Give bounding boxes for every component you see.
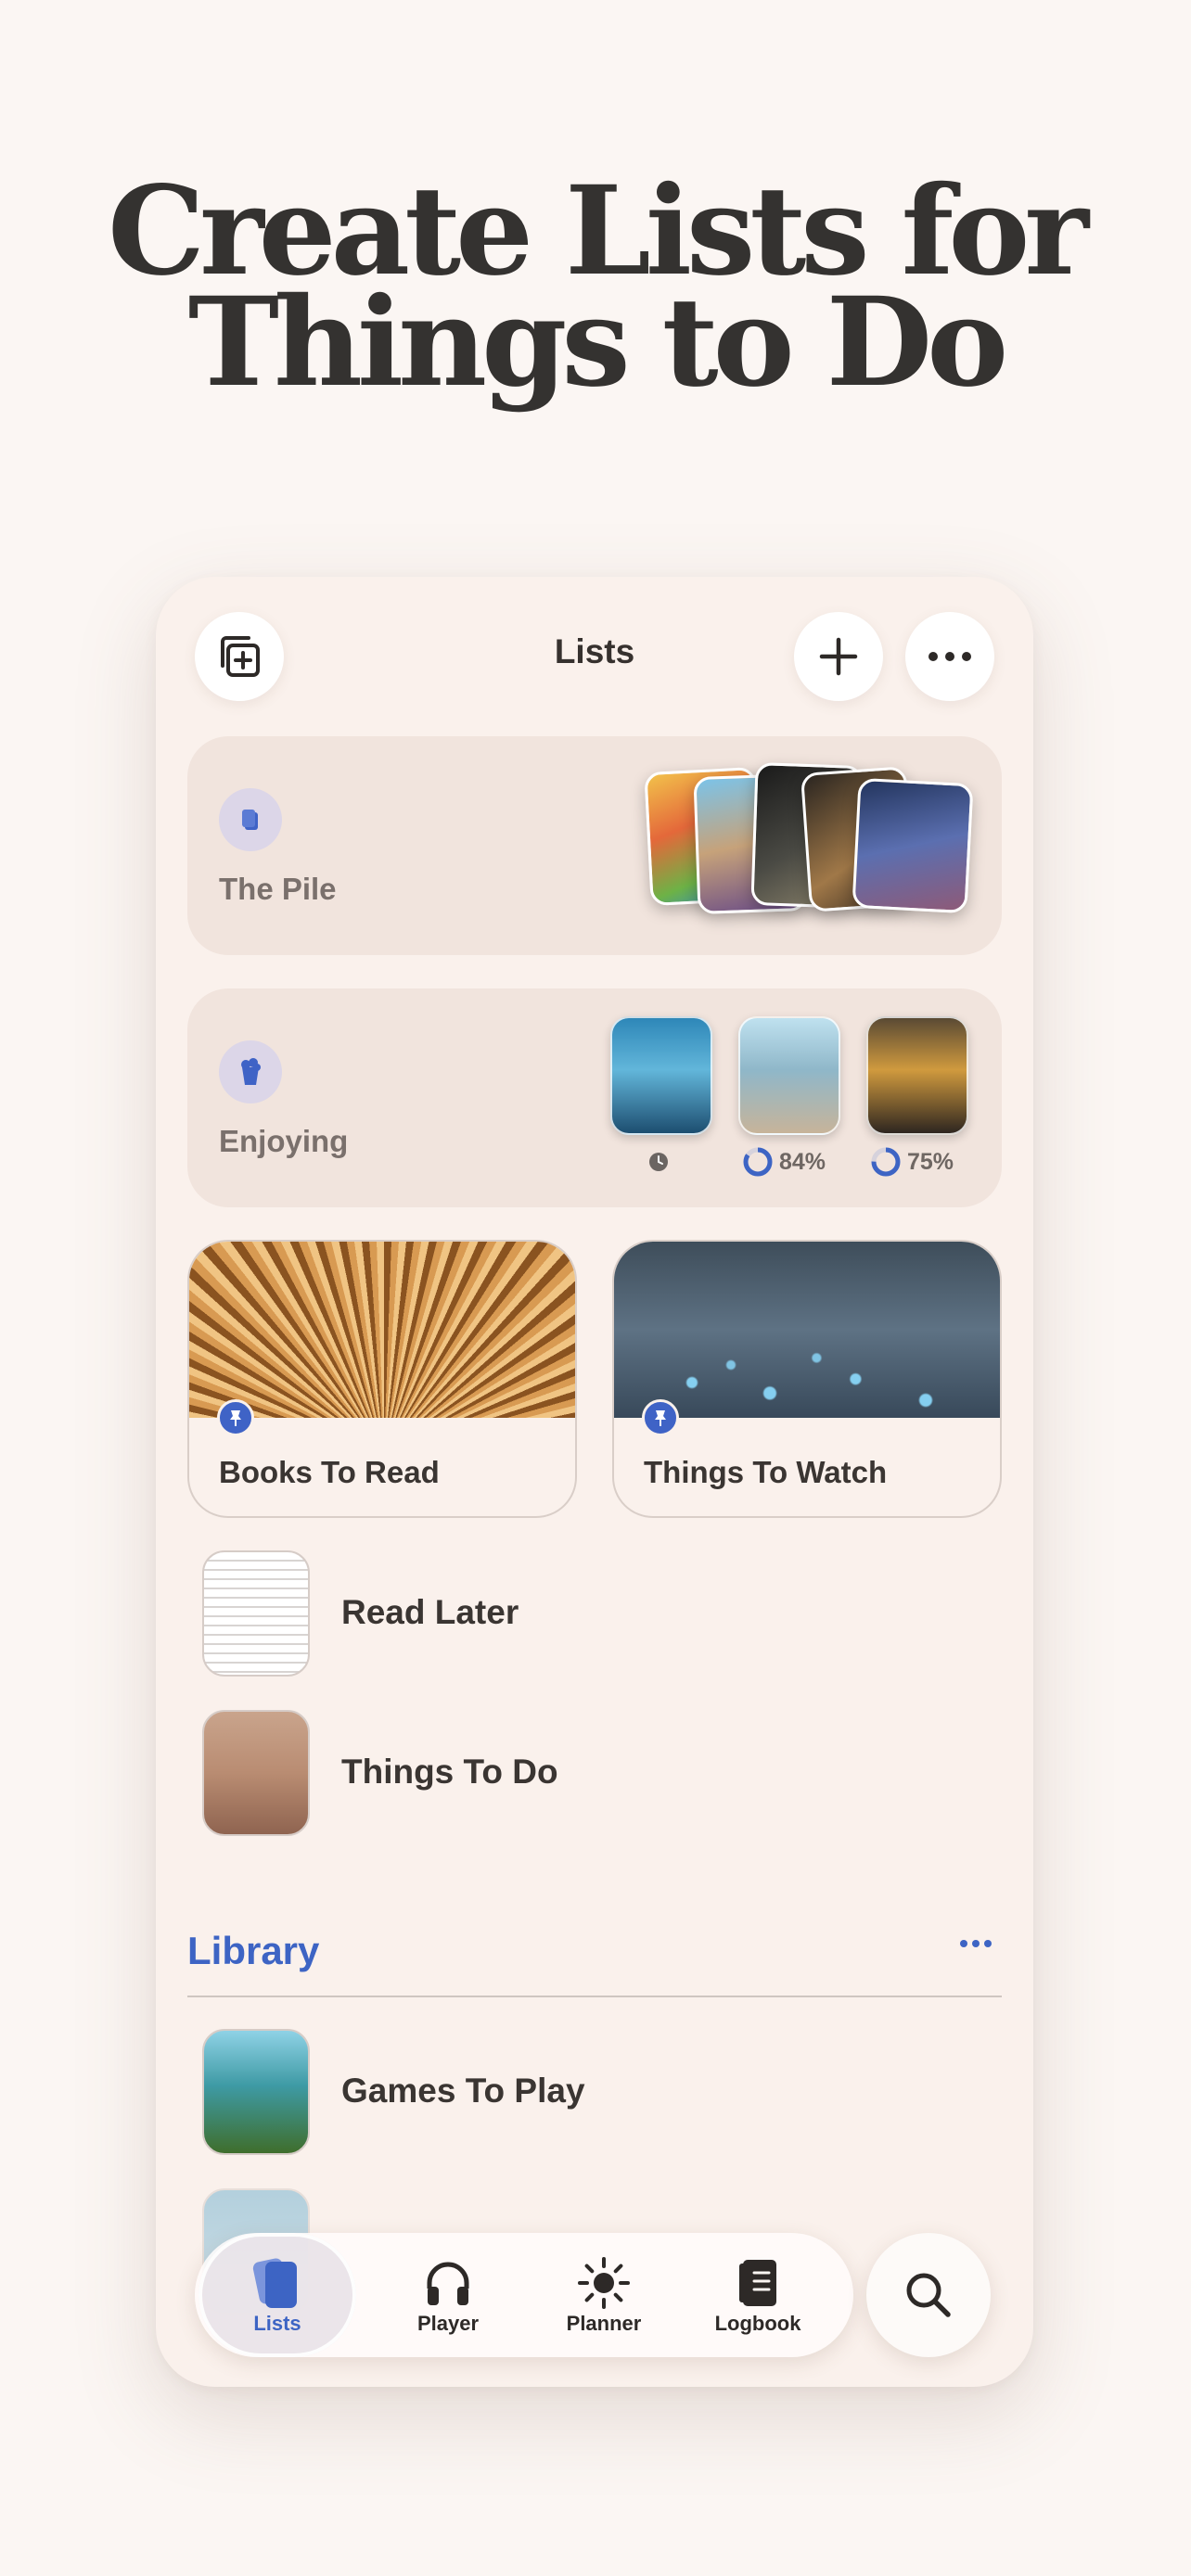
tab-lists[interactable]: Lists — [198, 2233, 356, 2357]
enjoying-item-2[interactable] — [738, 1016, 840, 1135]
list-thumb-article — [202, 1550, 310, 1677]
headline-line-2: Things to Do — [187, 271, 1008, 414]
headphones-icon — [422, 2254, 474, 2312]
watch-image — [614, 1242, 1000, 1418]
list-thumb-arches — [202, 1710, 310, 1836]
library-title: Library — [187, 1929, 320, 1972]
enjoying-item-2-progress: 84% — [742, 1146, 826, 1178]
enjoying-badge — [219, 1040, 282, 1103]
nav-title: Lists — [554, 632, 635, 670]
search-icon — [906, 2273, 951, 2317]
enjoying-item-3-progress: 75% — [870, 1146, 954, 1178]
enjoying-label: Enjoying — [219, 1124, 349, 1158]
tab-label: Player — [416, 2312, 480, 2335]
pinned-card-watch[interactable]: Things To Watch — [612, 1240, 1002, 1518]
list-item[interactable]: Read Later — [202, 1550, 981, 1677]
cards-icon — [242, 810, 258, 830]
add-button[interactable] — [794, 612, 883, 701]
sun-icon — [576, 2254, 632, 2312]
clock-icon — [649, 1153, 668, 1171]
plus-icon — [819, 637, 858, 676]
ellipsis-icon — [928, 652, 971, 661]
more-button[interactable] — [905, 612, 994, 701]
lists-icon — [252, 2254, 302, 2312]
library-divider — [187, 1996, 1002, 1997]
tab-planner[interactable]: Planner — [525, 2233, 683, 2357]
pin-badge — [217, 1399, 254, 1436]
logbook-icon — [736, 2254, 780, 2312]
search-button[interactable] — [866, 2233, 991, 2357]
tab-bar: Lists Player Planner Logbook — [195, 2233, 853, 2357]
tab-player[interactable]: Player — [369, 2233, 527, 2357]
pin-icon — [230, 1410, 241, 1426]
progress-label: 75% — [907, 1148, 954, 1175]
enjoying-item-1-status — [648, 1152, 669, 1172]
list-item[interactable]: Games To Play — [202, 2029, 981, 2155]
tab-logbook[interactable]: Logbook — [679, 2233, 837, 2357]
pile-cover-5 — [852, 777, 974, 914]
ellipsis-icon — [960, 1940, 992, 1947]
library-more-button[interactable] — [959, 1936, 992, 1953]
progress-label: 84% — [779, 1148, 826, 1175]
pinned-card-label: Things To Watch — [644, 1455, 888, 1489]
pile-label: The Pile — [219, 872, 337, 906]
enjoying-item-1[interactable] — [610, 1016, 712, 1135]
pinned-card-books[interactable]: Books To Read — [187, 1240, 577, 1518]
pile-card[interactable]: The Pile — [187, 736, 1002, 955]
tab-label: Lists — [253, 2312, 301, 2335]
list-item-label: Read Later — [341, 1593, 519, 1631]
headline: Create Lists for Things to Do — [0, 171, 1191, 414]
pin-icon — [655, 1410, 666, 1426]
tab-label: Logbook — [714, 2312, 801, 2335]
app-screen: Lists The Pile Enjoying 84% 75% Books To… — [156, 577, 1033, 2387]
pile-badge — [219, 788, 282, 851]
enjoying-card[interactable]: Enjoying 84% 75% — [187, 988, 1002, 1207]
list-thumb-game — [202, 2029, 310, 2155]
enjoying-item-3[interactable] — [866, 1016, 968, 1135]
books-image — [189, 1242, 575, 1418]
list-item-label: Things To Do — [341, 1753, 558, 1791]
list-item[interactable]: Things To Do — [202, 1710, 981, 1836]
pin-badge — [642, 1399, 679, 1436]
popcorn-icon — [241, 1058, 261, 1085]
pinned-card-label: Books To Read — [219, 1455, 440, 1489]
progress-ring — [743, 1147, 773, 1177]
tab-label: Planner — [566, 2312, 642, 2335]
list-item-label: Games To Play — [341, 2072, 585, 2110]
progress-ring — [871, 1147, 901, 1177]
